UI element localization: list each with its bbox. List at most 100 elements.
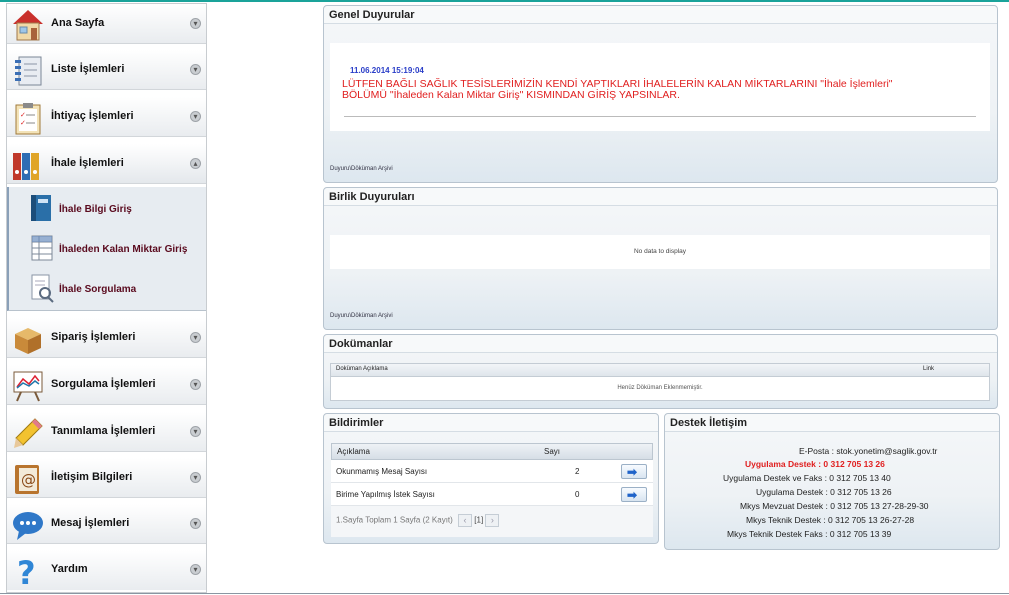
submenu-item-ihale-bilgi-giris[interactable]: İhale Bilgi Giriş xyxy=(29,193,199,225)
chevron-down-icon[interactable]: ▾ xyxy=(190,111,201,122)
announcement-line: BÖLÜMÜ "İhaleden Kalan Miktar Giriş" KIS… xyxy=(342,89,680,101)
sidebar-item-label: Mesaj İşlemleri xyxy=(51,517,130,529)
pager: 1.Sayfa Toplam 1 Sayfa (2 Kayıt) ‹ [1] › xyxy=(336,514,500,527)
sidebar-item-label: Sipariş İşlemleri xyxy=(51,331,136,343)
notifications-grid: Açıklama Sayı Okunmamış Mesaj Sayısı 2 ➡… xyxy=(331,443,653,537)
submenu-item-label: İhale Bilgi Giriş xyxy=(59,204,132,215)
submenu-item-ihale-sorgulama[interactable]: İhale Sorgulama xyxy=(29,273,199,305)
submenu-item-ihaleden-kalan-miktar-giris[interactable]: İhaleden Kalan Miktar Giriş xyxy=(29,233,199,265)
binders-icon xyxy=(11,148,45,182)
sidebar-item-iletisim-bilgileri[interactable]: @ İletişim Bilgileri ▾ xyxy=(7,458,206,498)
row-label: Okunmamış Mesaj Sayısı xyxy=(336,467,428,476)
sidebar-item-siparis-islemleri[interactable]: Sipariş İşlemleri ▾ xyxy=(7,318,206,358)
sidebar-item-sorgulama-islemleri[interactable]: Sorgulama İşlemleri ▾ xyxy=(7,365,206,405)
genel-duyurular-panel: Genel Duyurular 11.06.2014 15:19:04 LÜTF… xyxy=(323,5,998,183)
sidebar-item-label: Tanımlama İşlemleri xyxy=(51,425,156,437)
archive-link[interactable]: Duyuru\Döküman Arşivi xyxy=(330,166,393,172)
contact-line[interactable]: E-Posta : stok.yonetim@saglik.gov.tr xyxy=(799,446,999,456)
next-page-button[interactable]: › xyxy=(485,514,500,527)
sidebar-item-label: İhale İşlemleri xyxy=(51,157,124,169)
row-label: Birime Yapılmış İstek Sayısı xyxy=(336,490,435,499)
svg-text:?: ? xyxy=(17,554,36,588)
sidebar-item-ana-sayfa[interactable]: Ana Sayfa ▾ xyxy=(7,4,206,44)
sidebar-item-tanimlama-islemleri[interactable]: Tanımlama İşlemleri ▾ xyxy=(7,412,206,452)
panel-title: Bildirimler xyxy=(324,414,658,432)
submenu-item-label: İhale Sorgulama xyxy=(59,284,137,295)
spreadsheet-icon xyxy=(29,233,55,263)
sidebar-item-label: Sorgulama İşlemleri xyxy=(51,378,156,390)
announcement-text[interactable]: LÜTFEN BAĞLI SAĞLIK TESİSLERİMİZİN KENDİ… xyxy=(342,79,893,101)
empty-message: No data to display xyxy=(330,235,990,269)
destek-iletisim-panel: Destek İletişim E-Posta : stok.yonetim@s… xyxy=(664,413,1000,550)
archive-link[interactable]: Duyuru\Döküman Arşivi xyxy=(330,313,393,319)
go-button[interactable]: ➡ xyxy=(621,487,647,502)
table-row[interactable]: Okunmamış Mesaj Sayısı 2 ➡ xyxy=(331,460,653,483)
column-header[interactable]: Link xyxy=(923,366,934,372)
book-icon xyxy=(29,193,55,223)
question-mark-icon: ? xyxy=(11,554,45,592)
sidebar-item-ihale-islemleri[interactable]: İhale İşlemleri ▴ xyxy=(7,144,206,184)
submenu-item-label: İhaleden Kalan Miktar Giriş xyxy=(59,244,188,255)
contact-line: Mkys Mevzuat Destek : 0 312 705 13 27-28… xyxy=(740,501,929,511)
current-page[interactable]: [1] xyxy=(474,516,483,525)
chevron-down-icon[interactable]: ▾ xyxy=(190,332,201,343)
notebook-icon xyxy=(11,54,45,88)
address-book-icon: @ xyxy=(11,462,45,496)
speech-bubble-icon xyxy=(11,508,45,542)
panel-title: Destek İletişim xyxy=(665,414,999,432)
sidebar-item-label: Ana Sayfa xyxy=(51,17,105,29)
table-header: Açıklama Sayı xyxy=(331,443,653,460)
sidebar-item-label: Yardım xyxy=(51,563,88,575)
chevron-down-icon[interactable]: ▾ xyxy=(190,64,201,75)
sidebar-item-label: İhtiyaç İşlemleri xyxy=(51,110,134,122)
chevron-down-icon[interactable]: ▾ xyxy=(190,18,201,29)
row-count: 0 xyxy=(575,490,580,499)
column-header[interactable]: Açıklama xyxy=(337,447,370,456)
pager-summary: 1.Sayfa Toplam 1 Sayfa (2 Kayıt) xyxy=(336,515,453,525)
pencil-icon xyxy=(11,416,45,450)
table-row[interactable]: Birime Yapılmış İstek Sayısı 0 ➡ xyxy=(331,483,653,506)
contact-line: Uygulama Destek ve Faks : 0 312 705 13 4… xyxy=(723,473,891,483)
divider xyxy=(344,116,976,117)
table-header: Doküman Açıklama Link xyxy=(331,364,989,377)
column-header[interactable]: Sayı xyxy=(544,447,560,456)
sidebar: Ana Sayfa ▾ Liste İşlemleri ▾ ✓ ✓ İhtiyaç… xyxy=(6,3,207,593)
arrow-right-icon: ➡ xyxy=(627,488,638,502)
bottom-border xyxy=(0,593,1009,594)
box-icon xyxy=(11,322,45,356)
birlik-duyurulari-panel: Birlik Duyuruları No data to display Duy… xyxy=(323,187,998,330)
announcement-box: 11.06.2014 15:19:04 LÜTFEN BAĞLI SAĞLIK … xyxy=(330,43,990,131)
chevron-down-icon[interactable]: ▾ xyxy=(190,426,201,437)
chevron-down-icon[interactable]: ▾ xyxy=(190,518,201,529)
row-count: 2 xyxy=(575,467,580,476)
prev-page-button[interactable]: ‹ xyxy=(458,514,473,527)
panel-title: Genel Duyurular xyxy=(324,6,997,24)
contact-line: Uygulama Destek : 0 312 705 13 26 xyxy=(756,487,892,497)
panel-title: Dokümanlar xyxy=(324,335,997,353)
dokumanlar-panel: Dokümanlar Doküman Açıklama Link Henüz D… xyxy=(323,334,998,409)
sidebar-item-liste-islemleri[interactable]: Liste İşlemleri ▾ xyxy=(7,50,206,90)
chevron-up-icon[interactable]: ▴ xyxy=(190,158,201,169)
empty-message: Henüz Döküman Eklenmemiştir. xyxy=(617,385,703,391)
announcement-date: 11.06.2014 15:19:04 xyxy=(350,66,424,75)
chevron-down-icon[interactable]: ▾ xyxy=(190,379,201,390)
column-header[interactable]: Doküman Açıklama xyxy=(336,366,388,372)
svg-text:✓: ✓ xyxy=(20,120,26,127)
chevron-down-icon[interactable]: ▾ xyxy=(190,564,201,575)
go-button[interactable]: ➡ xyxy=(621,464,647,479)
sidebar-item-label: Liste İşlemleri xyxy=(51,63,125,75)
contact-line: Mkys Teknik Destek : 0 312 705 13 26-27-… xyxy=(746,515,915,525)
chevron-down-icon[interactable]: ▾ xyxy=(190,472,201,483)
house-icon xyxy=(11,8,45,42)
sidebar-item-yardim[interactable]: ? Yardım ▾ xyxy=(7,550,206,592)
document-search-icon xyxy=(29,273,55,303)
documents-table: Doküman Açıklama Link Henüz Döküman Ekle… xyxy=(330,363,990,401)
arrow-right-icon: ➡ xyxy=(627,465,638,479)
top-accent-line xyxy=(0,0,1009,2)
sidebar-item-ihtiyac-islemleri[interactable]: ✓ ✓ İhtiyaç İşlemleri ▾ xyxy=(7,97,206,137)
panel-title: Birlik Duyuruları xyxy=(324,188,997,206)
contact-line: Mkys Teknik Destek Faks : 0 312 705 13 3… xyxy=(727,529,892,539)
clipboard-checklist-icon: ✓ ✓ xyxy=(11,101,45,135)
sidebar-item-mesaj-islemleri[interactable]: Mesaj İşlemleri ▾ xyxy=(7,504,206,544)
contact-line-highlight: Uygulama Destek : 0 312 705 13 26 xyxy=(745,459,885,469)
